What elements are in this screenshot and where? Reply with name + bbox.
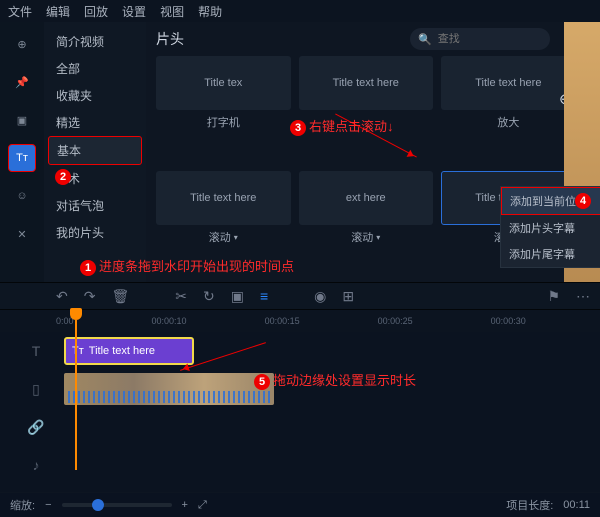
duration-value: 00:11 <box>563 499 590 511</box>
annotation-2: 2 <box>55 168 74 185</box>
link-track[interactable]: 🔗 <box>24 408 600 446</box>
tool-rail: ⊕ 📌 ▣ Tᴛ ☺ ✕ <box>0 22 44 282</box>
color-adjust-icon[interactable]: ≡ <box>260 288 268 304</box>
cat-basic[interactable]: 基本 <box>48 136 142 165</box>
category-sidebar: 简介视频 全部 收藏夹 精选 基本 艺术 对话气泡 我的片头 <box>44 22 146 282</box>
clip-label: Title text here <box>89 345 155 357</box>
menu-view[interactable]: 视图 <box>160 3 184 20</box>
annotation-3: 3右键点击滚动↓ <box>290 116 394 136</box>
cat-intro[interactable]: 简介视频 <box>48 28 142 55</box>
preset-thumb[interactable]: Title tex <box>156 56 291 110</box>
sticker-tool-icon[interactable]: ☺ <box>8 182 36 210</box>
fit-icon[interactable]: ⤢ <box>198 499 207 512</box>
audio-track[interactable]: ♪ <box>24 446 600 484</box>
link-track-icon: 🔗 <box>24 419 48 436</box>
cat-all[interactable]: 全部 <box>48 55 142 82</box>
zoom-out-icon[interactable]: − <box>45 499 51 511</box>
playhead[interactable] <box>70 308 82 320</box>
cat-featured[interactable]: 精选 <box>48 109 142 136</box>
preset-card[interactable]: Title text here <box>299 56 434 163</box>
annotation-5: 5拖动边缘处设置显示时长 <box>254 370 416 390</box>
crop-icon[interactable]: ▣ <box>231 288 244 305</box>
zoom-knob[interactable] <box>92 499 104 511</box>
cat-bubble[interactable]: 对话气泡 <box>48 192 142 219</box>
timeline-toolbar: ↶ ↷ 🗑 ✂ ↻ ▣ ≡ ◉ ⊞ ⚑ ⋯ <box>0 282 600 310</box>
ruler-tick: 00:00:10 <box>152 316 187 326</box>
preset-card[interactable]: ext here 滚动▾ <box>299 171 434 278</box>
menu-settings[interactable]: 设置 <box>122 3 146 20</box>
preset-card[interactable]: Title tex 打字机 <box>156 56 291 163</box>
zoom-in-icon[interactable]: + <box>182 499 188 511</box>
menu-file[interactable]: 文件 <box>8 3 32 20</box>
zoom-slider[interactable] <box>62 503 172 507</box>
status-bar: 缩放: − + ⤢ 项目长度: 00:11 <box>0 493 600 517</box>
marker-icon[interactable]: ⚑ <box>547 288 560 305</box>
ruler-tick: 00:00:25 <box>378 316 413 326</box>
preset-card[interactable]: Title text here ⊕ 放大 <box>441 56 576 163</box>
annotation-4: 4 <box>575 192 594 209</box>
preset-thumb[interactable]: ext here <box>299 171 434 225</box>
search-input[interactable] <box>438 33 580 45</box>
audio-track-icon: ♪ <box>24 457 48 473</box>
video-clip[interactable] <box>64 373 274 405</box>
preset-label: 打字机 <box>156 114 291 130</box>
rotate-icon[interactable]: ↻ <box>203 288 215 305</box>
annotation-1: 1进度条拖到水印开始出现的时间点 <box>80 256 294 276</box>
preset-label: 放大 <box>441 114 576 130</box>
preset-label: 滚动▾ <box>299 229 434 245</box>
duration-label: 项目长度: <box>506 497 553 513</box>
menu-edit[interactable]: 编辑 <box>46 3 70 20</box>
upper-panel: ⊕ 📌 ▣ Tᴛ ☺ ✕ 简介视频 全部 收藏夹 精选 基本 艺术 对话气泡 我… <box>0 22 600 282</box>
timeline-ruler[interactable]: 0:00 00:00:10 00:00:15 00:00:25 00:00:30… <box>0 310 600 332</box>
title-clip[interactable]: Tᴛ Title text here <box>64 337 194 365</box>
video-track-icon: ▯ <box>24 381 48 398</box>
ruler-tick: 00:00:15 <box>265 316 300 326</box>
preset-thumb[interactable]: Title text here <box>299 56 434 110</box>
preset-thumb[interactable]: Title text here ⊕ <box>441 56 576 110</box>
dropdown-icon[interactable]: ▾ <box>234 233 238 242</box>
timeline-tracks: T Tᴛ Title text here ▯ 🔗 ♪ <box>0 332 600 492</box>
search-box[interactable]: 🔍 ✕ <box>410 28 550 50</box>
title-track[interactable]: T Tᴛ Title text here <box>24 332 600 370</box>
ruler-tick: 00:00:30 <box>491 316 526 326</box>
panel-title: 片头 <box>156 29 184 49</box>
more-tool-icon[interactable]: ✕ <box>8 220 36 248</box>
zoom-label: 缩放: <box>10 497 35 513</box>
ctx-add-outro-sub[interactable]: 添加片尾字幕 <box>501 241 600 267</box>
properties-icon[interactable]: ⊞ <box>342 288 354 305</box>
ctx-add-intro-sub[interactable]: 添加片头字幕 <box>501 215 600 241</box>
frame-tool-icon[interactable]: ▣ <box>8 106 36 134</box>
browser-panel: 片头 🔍 ✕ 🛒 Title tex 打字机 Title text here T… <box>146 22 600 282</box>
browser-header: 片头 🔍 ✕ 🛒 <box>156 28 590 50</box>
cat-mine[interactable]: 我的片头 <box>48 219 142 246</box>
cut-icon[interactable]: ✂ <box>175 288 187 305</box>
import-tool-icon[interactable]: ⊕ <box>8 30 36 58</box>
undo-icon[interactable]: ↶ <box>56 288 68 305</box>
playhead-line <box>75 320 77 470</box>
titles-tool-icon[interactable]: Tᴛ <box>8 144 36 172</box>
menu-bar: 文件 编辑 回放 设置 视图 帮助 <box>0 0 600 22</box>
delete-icon[interactable]: 🗑 <box>111 288 129 305</box>
cat-fav[interactable]: 收藏夹 <box>48 82 142 109</box>
preset-thumb[interactable]: Title text here <box>156 171 291 225</box>
dropdown-icon[interactable]: ▾ <box>376 233 380 242</box>
timeline-opts-icon[interactable]: ⋯ <box>576 288 590 305</box>
menu-help[interactable]: 帮助 <box>198 3 222 20</box>
redo-icon[interactable]: ↷ <box>84 288 96 305</box>
record-icon[interactable]: ◉ <box>314 288 326 305</box>
text-track-icon: T <box>24 343 48 359</box>
pin-tool-icon[interactable]: 📌 <box>8 68 36 96</box>
text-icon: Tᴛ <box>72 345 84 357</box>
preset-label: 滚动▾ <box>156 229 291 245</box>
menu-playback[interactable]: 回放 <box>84 3 108 20</box>
search-icon: 🔍 <box>418 33 432 46</box>
